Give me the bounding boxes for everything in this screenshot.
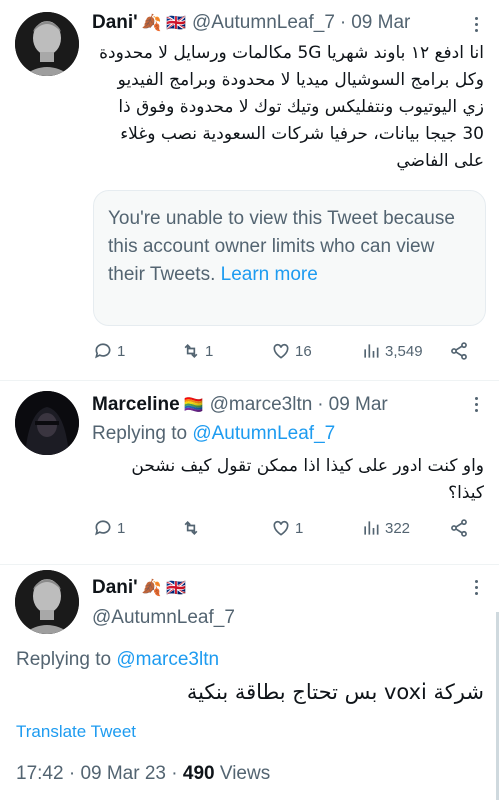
retweet-button[interactable]	[181, 518, 205, 538]
tweet-text: شركة voxi بس تحتاج بطاقة بنكية	[186, 680, 484, 704]
avatar[interactable]	[15, 391, 79, 455]
tweet-text: واو كنت ادور على كيذا اذا ممكن تقول كيف …	[131, 456, 484, 503]
more-options-icon[interactable]	[466, 394, 486, 414]
views-count: 490	[182, 763, 215, 784]
like-count: 16	[295, 342, 312, 360]
more-options-icon[interactable]	[466, 577, 486, 597]
retweet-icon	[184, 343, 198, 359]
tweet-header: Marceline 🏳️‍🌈 @marce3ltn · 09 Mar	[92, 394, 388, 416]
reply-count: 1	[117, 519, 126, 537]
analytics-icon	[364, 521, 379, 535]
like-button[interactable]: 16	[271, 341, 312, 361]
user-handle[interactable]: @marce3ltn	[210, 394, 313, 416]
tweet-reply[interactable]: Marceline 🏳️‍🌈 @marce3ltn · 09 Mar Reply…	[0, 381, 499, 564]
separator-dot: ·	[339, 12, 347, 33]
views-label: Views	[219, 763, 271, 784]
user-handle[interactable]: @AutumnLeaf_7	[192, 12, 335, 34]
avatar[interactable]	[15, 570, 79, 634]
view-count: 322	[385, 519, 411, 537]
share-icon	[451, 342, 467, 360]
reply-icon	[95, 520, 111, 536]
tweet-time[interactable]: 17:42	[16, 763, 64, 784]
tweet-header: Dani' 🍂 🇬🇧 @AutumnLeaf_7 · 09 Mar	[92, 12, 410, 34]
name-emojis: 🍂 🇬🇧	[141, 580, 186, 597]
tweet-original[interactable]: Dani' 🍂 🇬🇧 @AutumnLeaf_7 · 09 Mar انا اد…	[0, 0, 499, 380]
statue-avatar-image	[15, 12, 79, 76]
more-options-icon[interactable]	[466, 14, 486, 34]
tweet-full-date[interactable]: 09 Mar 23	[80, 763, 166, 784]
view-count: 3,549	[385, 342, 423, 360]
views-button[interactable]: 3,549	[361, 341, 423, 361]
name-emojis: 🍂 🇬🇧	[141, 15, 186, 32]
tweet-header: Dani' 🍂 🇬🇧	[92, 577, 186, 599]
like-count: 1	[295, 519, 304, 537]
retweet-button[interactable]: 1	[181, 341, 213, 361]
separator-dot: ·	[68, 763, 81, 784]
display-name[interactable]: Marceline	[92, 394, 180, 416]
display-name[interactable]: Dani'	[92, 12, 138, 34]
replying-to: Replying to @marce3ltn	[16, 649, 219, 671]
dark-portrait-avatar-image	[15, 391, 79, 455]
user-handle[interactable]: @AutumnLeaf_7	[92, 607, 235, 629]
heart-icon	[273, 343, 289, 359]
retweet-count: 1	[205, 342, 214, 360]
replying-to: Replying to @AutumnLeaf_7	[92, 423, 335, 445]
statue-avatar-image	[15, 570, 79, 634]
reply-button[interactable]: 1	[93, 341, 125, 361]
translate-tweet-link[interactable]: Translate Tweet	[16, 722, 136, 742]
share-button[interactable]	[449, 518, 473, 538]
like-button[interactable]: 1	[271, 518, 303, 538]
separator-dot: ·	[171, 763, 183, 784]
reply-button[interactable]: 1	[93, 518, 125, 538]
analytics-icon	[364, 344, 379, 358]
learn-more-link[interactable]: Learn more	[221, 264, 318, 285]
tweet-actions: 1 1 16 3,549	[93, 341, 483, 367]
display-name[interactable]: Dani'	[92, 577, 138, 599]
views-button[interactable]: 322	[361, 518, 410, 538]
replying-to-handle[interactable]: @AutumnLeaf_7	[192, 423, 335, 444]
separator-dot: ·	[317, 394, 324, 415]
user-handle-row: @AutumnLeaf_7	[92, 607, 235, 629]
name-emojis: 🏳️‍🌈	[183, 397, 204, 414]
unavailable-quote-card: You're unable to view this Tweet because…	[93, 190, 486, 326]
tweet-date[interactable]: 09 Mar	[351, 12, 410, 34]
heart-icon	[273, 520, 289, 536]
reply-count: 1	[117, 342, 126, 360]
retweet-icon	[184, 520, 198, 536]
tweet-text: انا ادفع ١٢ باوند شهريا 5G مكالمات ورساي…	[99, 43, 484, 171]
tweet-meta: 17:42 · 09 Mar 23 · 490 Views	[16, 763, 270, 785]
reply-icon	[95, 343, 111, 359]
replying-to-label: Replying to	[16, 649, 112, 670]
tweet-date[interactable]: 09 Mar	[329, 394, 388, 416]
share-icon	[451, 519, 467, 537]
replying-to-handle[interactable]: @marce3ltn	[116, 649, 219, 670]
tweet-actions: 1 1 322	[93, 518, 483, 544]
share-button[interactable]	[449, 341, 473, 361]
avatar[interactable]	[15, 12, 79, 76]
replying-to-label: Replying to	[92, 423, 188, 444]
